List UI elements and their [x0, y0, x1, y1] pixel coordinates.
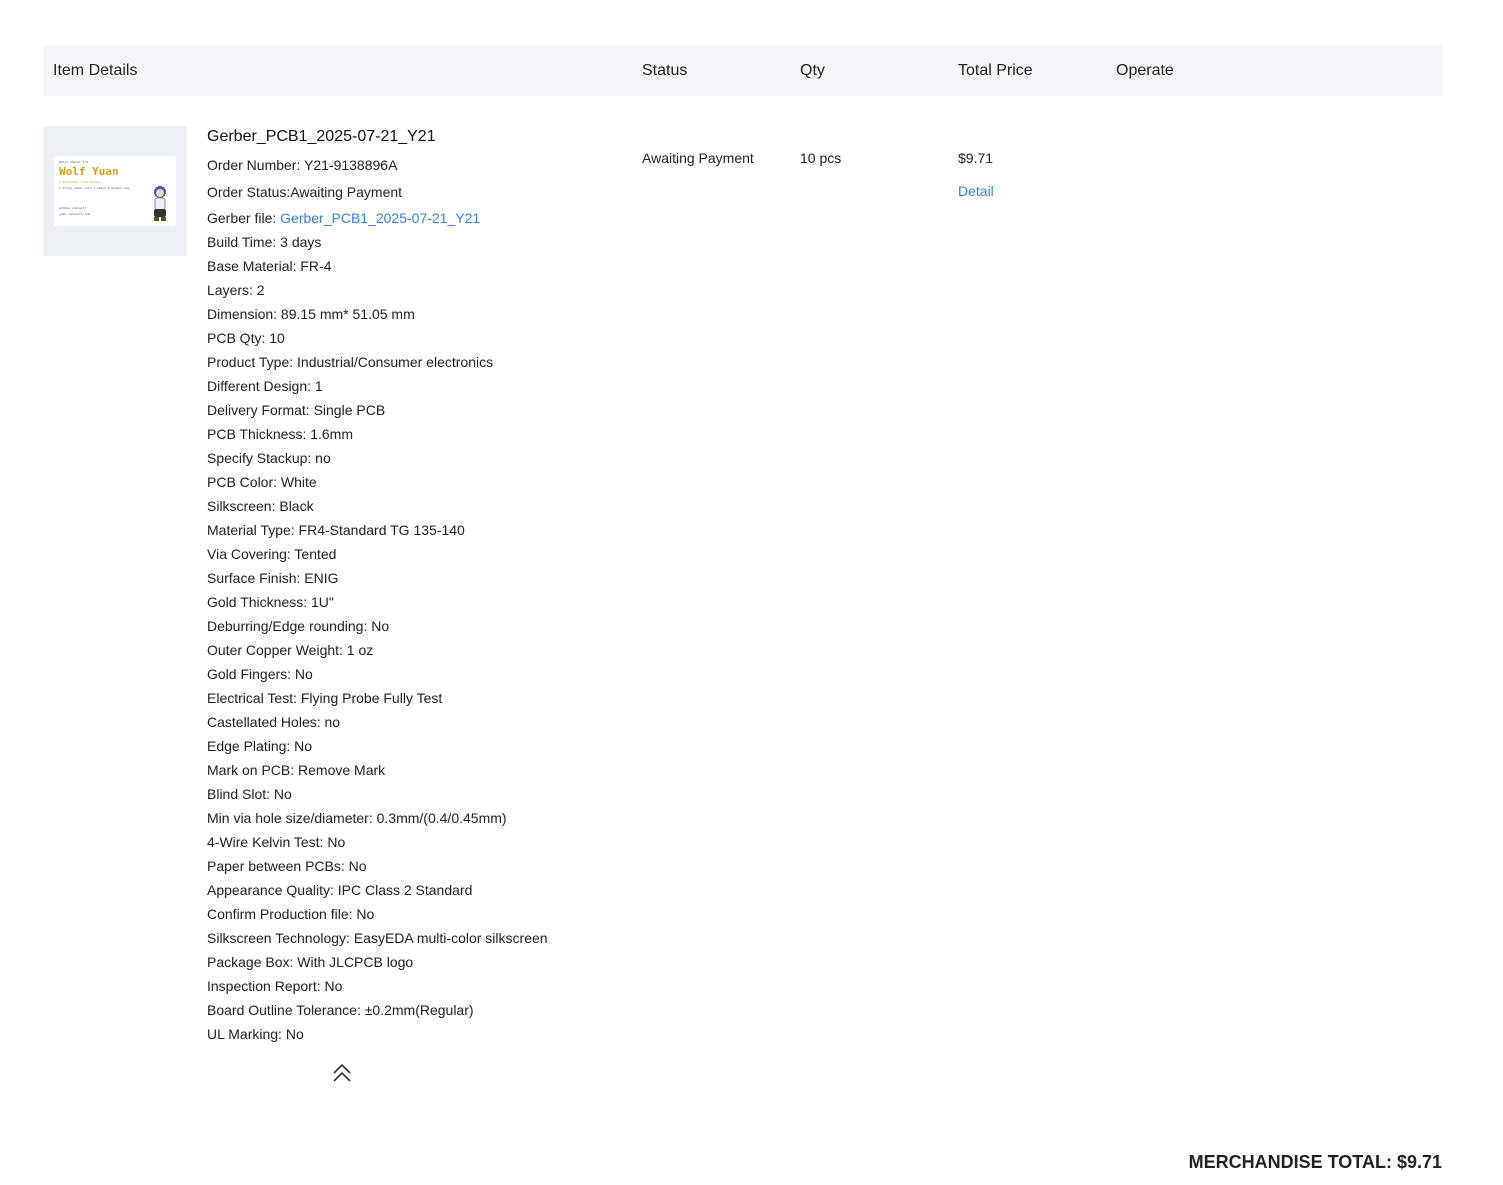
- spec-item: Min via hole size/diameter: 0.3mm/(0.4/0…: [207, 810, 507, 826]
- spec-item: Delivery Format: Single PCB: [207, 402, 386, 418]
- spec-item: Board Outline Tolerance: ±0.2mm(Regular): [207, 1002, 474, 1018]
- merchandise-total: MERCHANDISE TOTAL: $9.71: [1188, 1152, 1442, 1172]
- spec-item: Castellated Holes: no: [207, 714, 341, 730]
- qty-cell: 10 pcs: [800, 150, 842, 166]
- spec-list: Order Number: Y21-9138896A Order Status:…: [207, 152, 627, 1046]
- spec-item: Electrical Test: Flying Probe Fully Test: [207, 690, 443, 706]
- spec-item: Gold Fingers: No: [207, 666, 313, 682]
- spec-item: Blind Slot: No: [207, 786, 292, 802]
- spec-item: PCB Thickness: 1.6mm: [207, 426, 354, 442]
- spec-item: Via Covering: Tented: [207, 546, 337, 562]
- pcb-preview-image: Hello there! I'm Wolf Yuan A Developer F…: [54, 156, 176, 226]
- thumb-text-line: yuan.com/wolf.com: [59, 212, 90, 216]
- pcb-thumbnail[interactable]: Hello there! I'm Wolf Yuan A Developer F…: [43, 126, 187, 256]
- spec-item: Mark on PCB: Remove Mark: [207, 762, 386, 778]
- item-details: Gerber_PCB1_2025-07-21_Y21 Order Number:…: [207, 126, 627, 1046]
- gerber-file-row: Gerber file: Gerber_PCB1_2025-07-21_Y21: [207, 206, 627, 230]
- spec-item: Product Type: Industrial/Consumer electr…: [207, 354, 494, 370]
- order-number: Order Number: Y21-9138896A: [207, 157, 398, 173]
- spec-item: Base Material: FR-4: [207, 258, 332, 274]
- part-title: Gerber_PCB1_2025-07-21_Y21: [207, 128, 436, 145]
- spec-item: Different Design: 1: [207, 378, 323, 394]
- spec-item: 4-Wire Kelvin Test: No: [207, 834, 346, 850]
- spec-item: Build Time: 3 days: [207, 234, 322, 250]
- collapse-details-button[interactable]: [330, 1061, 354, 1085]
- spec-item: PCB Qty: 10: [207, 330, 285, 346]
- gerber-file-link[interactable]: Gerber_PCB1_2025-07-21_Y21: [280, 210, 480, 226]
- spec-item: Material Type: FR4-Standard TG 135-140: [207, 522, 465, 538]
- total-price-cell: $9.71: [958, 150, 994, 166]
- thumb-text-line: A Developer From Taiwan: [59, 180, 101, 184]
- detail-link[interactable]: Detail: [958, 181, 994, 201]
- spec-item: Gold Thickness: 1U": [207, 594, 334, 610]
- order-status: Order Status:Awaiting Payment: [207, 184, 403, 200]
- spec-item: Outer Copper Weight: 1 oz: [207, 642, 374, 658]
- thumb-text-line: Hello there! I'm: [59, 160, 88, 164]
- table-header: Item Details Status Qty Total Price Oper…: [43, 45, 1443, 96]
- header-operate: Operate: [1116, 62, 1174, 79]
- spec-item: Layers: 2: [207, 282, 265, 298]
- spec-item: Inspection Report: No: [207, 978, 343, 994]
- spec-item: Deburring/Edge rounding: No: [207, 618, 390, 634]
- double-chevron-up-icon: [333, 1063, 351, 1082]
- spec-item: PCB Color: White: [207, 474, 317, 490]
- spec-item: Specify Stackup: no: [207, 450, 331, 466]
- spec-item: Package Box: With JLCPCB logo: [207, 954, 414, 970]
- header-qty: Qty: [800, 62, 825, 79]
- spec-item: Dimension: 89.15 mm* 51.05 mm: [207, 306, 415, 322]
- spec-item: Edge Plating: No: [207, 738, 313, 754]
- header-total-price: Total Price: [958, 62, 1033, 79]
- spec-item: Silkscreen Technology: EasyEDA multi-col…: [207, 930, 548, 946]
- spec-item: Surface Finish: ENIG: [207, 570, 339, 586]
- thumb-logo-text: Wolf Yuan: [59, 165, 119, 178]
- character-illustration-icon: [154, 186, 166, 221]
- status-cell: Awaiting Payment: [642, 150, 754, 166]
- header-item-details: Item Details: [53, 62, 138, 79]
- gerber-file-label: Gerber file:: [207, 210, 281, 226]
- thumb-text-line: github.com/wolf: [59, 206, 87, 210]
- spec-item: Silkscreen: Black: [207, 498, 314, 514]
- thumb-text-line: I bring ideas into a smart & modern way: [59, 186, 130, 190]
- spec-item: UL Marking: No: [207, 1026, 304, 1042]
- spec-item: Appearance Quality: IPC Class 2 Standard: [207, 882, 473, 898]
- spec-item: Paper between PCBs: No: [207, 858, 367, 874]
- spec-item: Confirm Production file: No: [207, 906, 375, 922]
- header-status: Status: [642, 62, 688, 79]
